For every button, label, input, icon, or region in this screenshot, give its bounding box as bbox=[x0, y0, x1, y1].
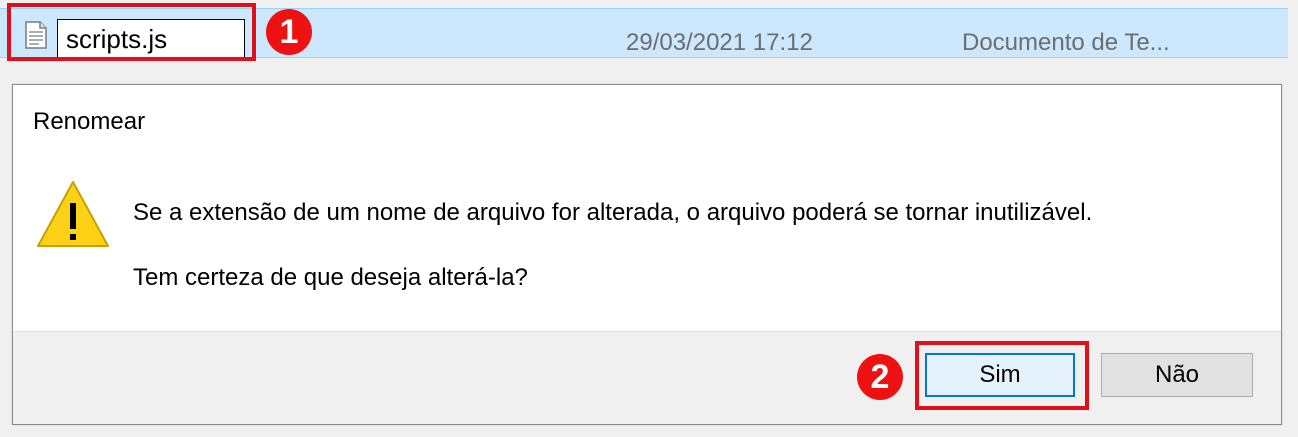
file-date-modified: 29/03/2021 17:12 bbox=[626, 29, 813, 56]
text-file-icon bbox=[25, 21, 47, 49]
dialog-message: Se a extensão de um nome de arquivo for … bbox=[133, 199, 1093, 226]
dialog-button-bar: Sim Não bbox=[13, 331, 1281, 424]
dialog-question: Tem certeza de que deseja alterá-la? bbox=[133, 264, 528, 291]
file-type: Documento de Te... bbox=[962, 29, 1170, 56]
step-badge-2: 2 bbox=[857, 354, 903, 400]
file-row-selected[interactable]: scripts.js 29/03/2021 17:12 Documento de… bbox=[0, 8, 1288, 59]
step-badge-1: 1 bbox=[266, 9, 312, 55]
dialog-title: Renomear bbox=[33, 108, 146, 135]
yes-button[interactable]: Sim bbox=[925, 353, 1075, 397]
warning-icon bbox=[37, 181, 109, 247]
no-button[interactable]: Não bbox=[1101, 353, 1253, 397]
rename-input[interactable]: scripts.js bbox=[57, 19, 245, 59]
rename-dialog: Renomear Se a extensão de um nome de arq… bbox=[12, 84, 1282, 425]
